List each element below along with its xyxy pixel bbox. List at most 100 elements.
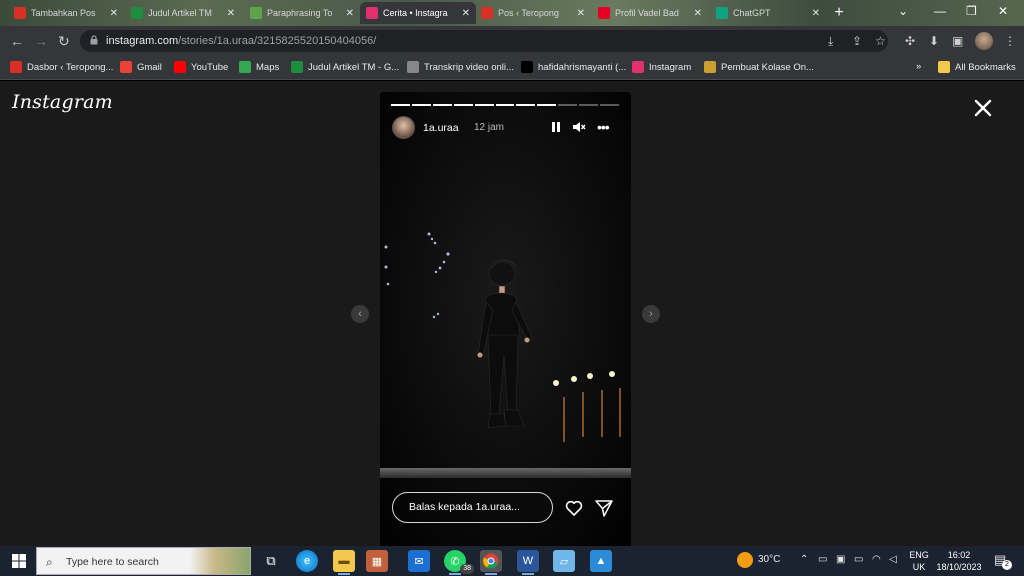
like-heart-icon[interactable] xyxy=(564,498,584,518)
story-username[interactable]: 1a.uraa xyxy=(423,122,459,134)
whatsapp-icon[interactable]: ✆ 38 xyxy=(444,550,474,575)
story-author-avatar[interactable] xyxy=(392,116,415,139)
side-panel-icon[interactable]: ▣ xyxy=(952,34,963,48)
bookmark-label: Pembuat Kolase On... xyxy=(721,61,814,73)
close-tab-icon[interactable]: ✕ xyxy=(462,8,470,19)
story-progress-segment xyxy=(432,104,452,106)
notes-app-icon[interactable]: ▱ xyxy=(553,550,575,572)
instagram-logo[interactable]: Instagram xyxy=(12,91,113,113)
weather-icon[interactable] xyxy=(737,552,753,568)
word-icon[interactable]: W xyxy=(517,550,539,575)
browser-tab[interactable]: Judul Artikel TM ✕ xyxy=(125,2,241,24)
bookmark-item[interactable]: YouTube xyxy=(174,61,228,73)
mail-icon[interactable]: ✉ xyxy=(408,550,430,572)
tab-title: Cerita • Instagra xyxy=(383,8,448,18)
bookmark-star-icon[interactable]: ☆ xyxy=(875,34,886,48)
close-tab-icon[interactable]: ✕ xyxy=(346,8,354,19)
microsoft-store-icon[interactable]: ▦ xyxy=(366,550,388,572)
windows-start-icon[interactable] xyxy=(12,554,26,568)
bookmark-label: Gmail xyxy=(137,61,162,73)
bookmark-item[interactable]: hafidahrismayanti (... xyxy=(521,61,626,73)
tab-title: Paraphrasing To xyxy=(267,8,333,18)
story-time: 12 jam xyxy=(474,122,505,133)
bookmark-item[interactable]: Gmail xyxy=(120,61,162,73)
minimize-icon[interactable]: — xyxy=(934,4,946,18)
file-explorer-icon[interactable]: ▬ xyxy=(333,550,355,575)
bookmark-item[interactable]: Maps xyxy=(239,61,279,73)
story-progress-segment xyxy=(391,104,410,106)
maps-pin-icon xyxy=(239,61,251,73)
blogger-m-icon xyxy=(10,61,22,73)
photos-icon[interactable]: ▲ xyxy=(590,550,612,572)
quillbot-icon xyxy=(250,7,262,19)
forward-button[interactable]: → xyxy=(34,33,48,49)
download-icon[interactable]: ⬇ xyxy=(929,34,939,48)
camera-icon[interactable]: ▣ xyxy=(836,554,845,565)
muted-speaker-icon[interactable] xyxy=(572,120,586,134)
meet-now-icon[interactable]: ▭ xyxy=(818,554,827,565)
weather-temperature[interactable]: 30°C xyxy=(758,554,780,565)
edge-browser-icon[interactable]: e xyxy=(296,550,318,572)
chrome-icon[interactable] xyxy=(480,550,502,575)
browser-tab[interactable]: ChatGPT ✕ xyxy=(710,2,826,24)
sheets-plus-icon xyxy=(291,61,303,73)
task-view-icon[interactable]: ⧉ xyxy=(260,550,282,572)
story-progress-segment xyxy=(453,104,473,106)
close-tab-icon[interactable]: ✕ xyxy=(227,8,235,19)
close-tab-icon[interactable]: ✕ xyxy=(577,8,585,19)
install-app-icon[interactable]: ⤓ xyxy=(828,34,833,48)
menu-kebab-icon[interactable]: ⋮ xyxy=(1004,34,1016,48)
system-clock[interactable]: 16:02 18/10/2023 xyxy=(936,549,982,573)
blogger-m-icon xyxy=(481,7,493,19)
window-close-icon[interactable]: ✕ xyxy=(998,4,1008,18)
next-story-button[interactable]: › xyxy=(642,305,660,323)
reply-input[interactable]: Balas kepada 1a.uraa... xyxy=(392,492,553,523)
story-progress-segment xyxy=(411,104,431,106)
reload-button[interactable]: ↻ xyxy=(58,33,70,49)
browser-tab[interactable]: Tambahkan Pos ✕ xyxy=(8,2,124,24)
browser-tab[interactable]: Paraphrasing To ✕ xyxy=(244,2,360,24)
pause-icon[interactable] xyxy=(549,120,563,134)
close-story-icon[interactable] xyxy=(972,97,994,119)
more-options-icon[interactable]: ••• xyxy=(597,120,610,134)
bookmark-item[interactable]: Transkrip video onli... xyxy=(407,61,514,73)
restore-icon[interactable]: ❐ xyxy=(966,4,977,18)
browser-tab[interactable]: Cerita • Instagra ✕ xyxy=(360,2,476,24)
new-tab-button[interactable]: + xyxy=(830,4,848,22)
tab-search-icon[interactable]: ⌄ xyxy=(898,4,908,18)
tab-title: Judul Artikel TM xyxy=(148,8,212,18)
profile-avatar[interactable] xyxy=(975,32,993,50)
whatsapp-unread-badge: 38 xyxy=(460,564,474,574)
story-progress-bar xyxy=(391,104,619,106)
volume-icon[interactable]: ◁ xyxy=(889,554,897,565)
bookmark-label: hafidahrismayanti (... xyxy=(538,61,627,73)
story-card[interactable]: 1a.uraa 12 jam ••• Balas kepada 1a.uraa.… xyxy=(380,92,631,546)
battery-icon[interactable]: ▭ xyxy=(854,554,863,565)
browser-tab[interactable]: Pos ‹ Teropong ✕ xyxy=(475,2,591,24)
browser-tab[interactable]: Profil Vadel Bad ✕ xyxy=(592,2,708,24)
show-hidden-icons-icon[interactable]: ⌃ xyxy=(800,554,808,565)
input-language[interactable]: ENG UK xyxy=(908,549,930,573)
bookmarks-bar: Pembuat Kolase On... Instagram hafidahrism… xyxy=(0,56,1024,80)
send-direct-icon[interactable] xyxy=(594,498,614,518)
bookmark-label: Dasbor ‹ Teropong... xyxy=(27,61,114,73)
close-tab-icon[interactable]: ✕ xyxy=(694,8,702,19)
story-progress-segment xyxy=(474,104,494,106)
extensions-puzzle-icon[interactable]: ✣ xyxy=(905,34,915,48)
sheets-plus-icon xyxy=(131,7,143,19)
bookmark-item[interactable]: Pembuat Kolase On... xyxy=(704,61,814,73)
close-tab-icon[interactable]: ✕ xyxy=(812,8,820,19)
close-tab-icon[interactable]: ✕ xyxy=(110,8,118,19)
bookmark-item[interactable]: Instagram xyxy=(632,61,691,73)
back-button[interactable]: ← xyxy=(10,33,24,49)
taskbar-search-box[interactable]: ⌕ Type here to search xyxy=(36,547,251,575)
all-bookmarks-button[interactable]: All Bookmarks xyxy=(938,61,1016,73)
bookmarks-overflow-button[interactable]: » xyxy=(916,61,921,72)
share-icon[interactable]: ⇪ xyxy=(852,34,862,48)
bookmark-item[interactable]: Dasbor ‹ Teropong... xyxy=(10,61,113,73)
wifi-icon[interactable]: ◠ xyxy=(872,554,881,565)
previous-story-button[interactable]: ‹ xyxy=(351,305,369,323)
notifications-icon[interactable]: ▤ 2 xyxy=(994,552,1012,570)
address-bar[interactable]: instagram.com/stories/1a.uraa/3215825520… xyxy=(80,30,888,52)
bookmark-item[interactable]: Judul Artikel TM - G... xyxy=(291,61,399,73)
